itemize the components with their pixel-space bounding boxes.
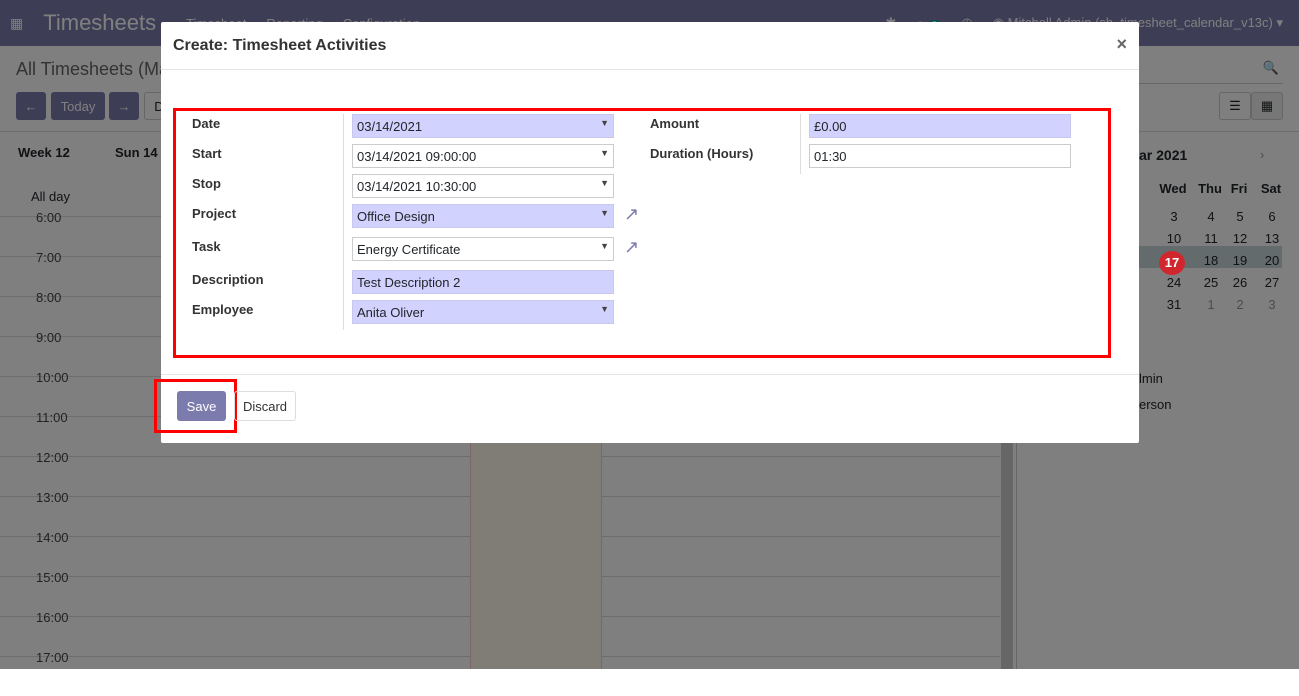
caret-down-icon: ▼: [600, 118, 609, 128]
task-label: Task: [192, 239, 221, 254]
dialog-title: Create: Timesheet Activities: [161, 22, 1139, 70]
duration-label: Duration (Hours): [650, 146, 754, 161]
project-label: Project: [192, 206, 237, 221]
divider: [343, 114, 344, 330]
task-value: Energy Certificate: [357, 242, 461, 257]
caret-down-icon: ▼: [600, 148, 609, 158]
stop-label: Stop: [192, 176, 221, 191]
start-field[interactable]: 03/14/2021 09:00:00 ▼: [352, 144, 614, 168]
mini-day[interactable]: 17: [1159, 251, 1185, 275]
description-label: Description: [192, 272, 264, 287]
stop-field[interactable]: 03/14/2021 10:30:00 ▼: [352, 174, 614, 198]
amount-field[interactable]: £0.00: [809, 114, 1071, 138]
date-field[interactable]: 03/14/2021 ▼: [352, 114, 614, 138]
task-field[interactable]: Energy Certificate ▼: [352, 237, 614, 261]
start-value: 03/14/2021 09:00:00: [357, 149, 477, 164]
external-link-icon[interactable]: ↗: [624, 237, 639, 258]
caret-down-icon: ▼: [600, 208, 609, 218]
date-value: 03/14/2021: [357, 119, 423, 134]
duration-field[interactable]: 01:30: [809, 144, 1071, 168]
save-button[interactable]: Save: [177, 391, 226, 421]
caret-down-icon: ▼: [600, 178, 609, 188]
employee-label: Employee: [192, 302, 254, 317]
caret-down-icon: ▼: [600, 241, 609, 251]
date-label: Date: [192, 116, 221, 131]
caret-down-icon: ▼: [600, 304, 609, 314]
start-label: Start: [192, 146, 222, 161]
employee-value: Anita Oliver: [357, 305, 425, 320]
employee-field[interactable]: Anita Oliver ▼: [352, 300, 614, 324]
close-icon[interactable]: ×: [1116, 34, 1127, 55]
project-value: Office Design: [357, 209, 435, 224]
project-field[interactable]: Office Design ▼: [352, 204, 614, 228]
external-link-icon[interactable]: ↗: [624, 204, 639, 225]
divider: [800, 114, 801, 174]
create-dialog: Create: Timesheet Activities × Date 03/1…: [154, 22, 1139, 443]
description-field[interactable]: Test Description 2: [352, 270, 614, 294]
discard-button[interactable]: Discard: [234, 391, 296, 421]
stop-value: 03/14/2021 10:30:00: [357, 179, 477, 194]
dialog-footer: [161, 374, 1139, 375]
amount-label: Amount: [650, 116, 700, 131]
